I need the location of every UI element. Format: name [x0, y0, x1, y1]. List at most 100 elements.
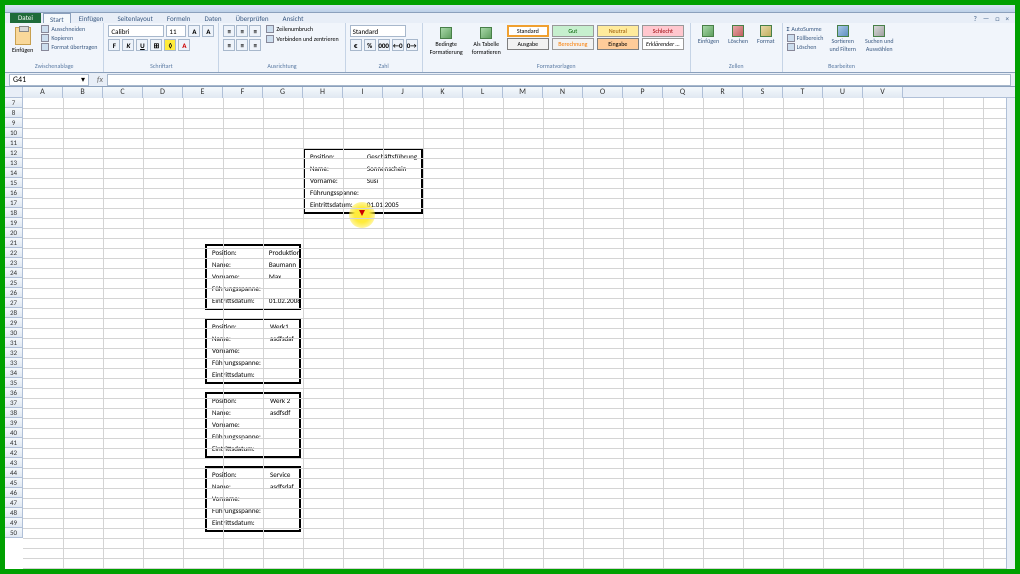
tab-formulas[interactable]: Formeln [161, 13, 197, 23]
row-header[interactable]: 25 [5, 278, 23, 288]
row-header[interactable]: 36 [5, 388, 23, 398]
row-header[interactable]: 30 [5, 328, 23, 338]
row-header[interactable]: 46 [5, 488, 23, 498]
align-top[interactable]: ≡ [223, 25, 235, 37]
row-header[interactable]: 32 [5, 348, 23, 358]
wrap-text-button[interactable]: Zeilenumbruch [264, 25, 340, 33]
col-header[interactable]: K [423, 87, 463, 98]
bold-button[interactable]: F [108, 39, 120, 51]
row-header[interactable]: 20 [5, 228, 23, 238]
decimal-dec-button[interactable]: 0→ [406, 39, 418, 51]
row-header[interactable]: 48 [5, 508, 23, 518]
align-bottom[interactable]: ≡ [249, 25, 261, 37]
col-header[interactable]: C [103, 87, 143, 98]
row-header[interactable]: 22 [5, 248, 23, 258]
row-header[interactable]: 15 [5, 178, 23, 188]
align-center[interactable]: ≡ [236, 39, 248, 51]
help-icon[interactable]: ? [974, 14, 977, 23]
tab-insert[interactable]: Einfügen [73, 13, 110, 23]
col-header[interactable]: T [783, 87, 823, 98]
row-header[interactable]: 47 [5, 498, 23, 508]
row-header[interactable]: 35 [5, 378, 23, 388]
col-header[interactable]: B [63, 87, 103, 98]
row-header[interactable]: 41 [5, 438, 23, 448]
col-header[interactable]: V [863, 87, 903, 98]
find-select-button[interactable]: Suchen und Auswählen [862, 25, 897, 53]
style-gut[interactable]: Gut [552, 25, 594, 37]
style-neutral[interactable]: Neutral [597, 25, 639, 37]
style-eingabe[interactable]: Eingabe [597, 38, 639, 50]
row-header[interactable]: 34 [5, 368, 23, 378]
copy-button[interactable]: Kopieren [39, 34, 99, 42]
col-header[interactable]: H [303, 87, 343, 98]
underline-button[interactable]: U [136, 39, 148, 51]
row-header[interactable]: 44 [5, 468, 23, 478]
minimize-icon[interactable]: — [983, 14, 989, 23]
row-header[interactable]: 8 [5, 108, 23, 118]
vertical-scrollbar[interactable] [1006, 98, 1015, 569]
format-table-button[interactable]: Als Tabelle formatieren [469, 25, 504, 58]
paste-button[interactable]: Einfügen [9, 25, 36, 56]
col-header[interactable]: A [23, 87, 63, 98]
formula-input[interactable] [107, 74, 1011, 86]
name-box[interactable]: G41▾ [9, 74, 89, 86]
col-header[interactable]: G [263, 87, 303, 98]
row-header[interactable]: 49 [5, 518, 23, 528]
font-color-button[interactable]: A [178, 39, 190, 51]
tab-file[interactable]: Datei [10, 13, 41, 23]
row-header[interactable]: 27 [5, 298, 23, 308]
insert-cells-button[interactable]: Einfügen [695, 25, 722, 45]
col-header[interactable]: Q [663, 87, 703, 98]
fill-color-button[interactable]: ◊ [164, 39, 176, 51]
row-header[interactable]: 42 [5, 448, 23, 458]
spreadsheet-grid[interactable]: ABCDEFGHIJKLMNOPQRSTUV 78910111213141516… [5, 87, 1015, 569]
fill-button[interactable]: Füllbereich [787, 34, 824, 42]
row-header[interactable]: 31 [5, 338, 23, 348]
font-name-combo[interactable]: Calibri [108, 25, 164, 37]
style-berechnung[interactable]: Berechnung [552, 38, 594, 50]
col-header[interactable]: M [503, 87, 543, 98]
col-header[interactable]: L [463, 87, 503, 98]
format-cells-button[interactable]: Format [754, 25, 778, 45]
row-header[interactable]: 37 [5, 398, 23, 408]
style-ausgabe[interactable]: Ausgabe [507, 38, 549, 50]
row-header[interactable]: 26 [5, 288, 23, 298]
row-header[interactable]: 28 [5, 308, 23, 318]
font-size-combo[interactable]: 11 [166, 25, 186, 37]
col-header[interactable]: U [823, 87, 863, 98]
row-header[interactable]: 18 [5, 208, 23, 218]
row-header[interactable]: 40 [5, 428, 23, 438]
row-header[interactable]: 23 [5, 258, 23, 268]
delete-cells-button[interactable]: Löschen [725, 25, 751, 45]
style-standard[interactable]: Standard [507, 25, 549, 37]
row-header[interactable]: 50 [5, 528, 23, 538]
select-all-corner[interactable] [5, 87, 23, 98]
row-header[interactable]: 24 [5, 268, 23, 278]
clear-button[interactable]: Löschen [787, 43, 824, 51]
thousands-button[interactable]: 000 [378, 39, 390, 51]
col-header[interactable]: D [143, 87, 183, 98]
col-header[interactable]: S [743, 87, 783, 98]
col-header[interactable]: J [383, 87, 423, 98]
cut-button[interactable]: Ausschneiden [39, 25, 99, 33]
format-painter-button[interactable]: Format übertragen [39, 43, 99, 51]
row-header[interactable]: 13 [5, 158, 23, 168]
row-header[interactable]: 14 [5, 168, 23, 178]
row-header[interactable]: 12 [5, 148, 23, 158]
close-icon[interactable]: × [1006, 14, 1010, 23]
currency-button[interactable]: € [350, 39, 362, 51]
decimal-inc-button[interactable]: ←0 [392, 39, 404, 51]
row-header[interactable]: 29 [5, 318, 23, 328]
col-header[interactable]: N [543, 87, 583, 98]
row-header[interactable]: 21 [5, 238, 23, 248]
percent-button[interactable]: % [364, 39, 376, 51]
row-header[interactable]: 45 [5, 478, 23, 488]
col-header[interactable]: E [183, 87, 223, 98]
style-erkl[interactable]: Erklärender … [642, 38, 684, 50]
tab-data[interactable]: Daten [198, 13, 227, 23]
merge-button[interactable]: Verbinden und zentrieren [264, 35, 340, 43]
row-header[interactable]: 10 [5, 128, 23, 138]
autosum-button[interactable]: ΣAutoSumme [787, 25, 824, 33]
italic-button[interactable]: K [122, 39, 134, 51]
col-header[interactable]: R [703, 87, 743, 98]
